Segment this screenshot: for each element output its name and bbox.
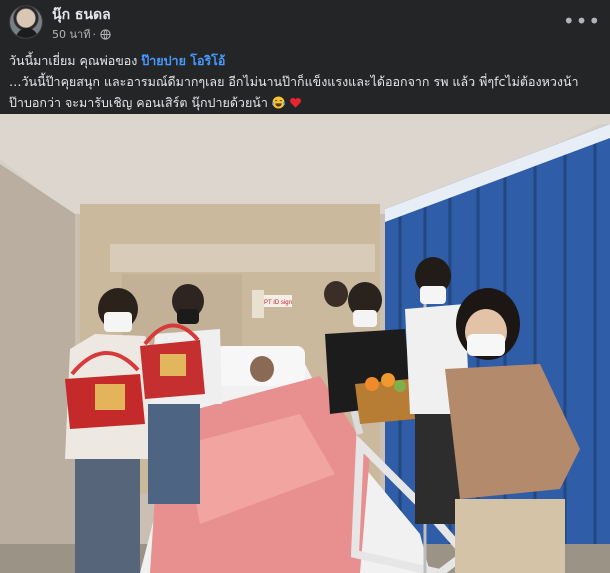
wall-notice (252, 290, 264, 318)
person-1-mask (104, 312, 132, 332)
person-1-jeans (75, 459, 140, 573)
post-text: วันนี้มาเยี่ยม คุณพ่อของ ป๊ายปาย โอริโอ้… (9, 50, 604, 113)
person-5-mask (420, 286, 446, 304)
post-meta: 50 นาที · (52, 25, 111, 43)
wall-sign-text: PT ID sign (264, 300, 292, 306)
author-name[interactable]: นุ๊ก ธนดล (52, 4, 111, 26)
left-wall (0, 164, 75, 573)
globe-icon[interactable] (100, 28, 111, 40)
fruit-orange-2 (381, 373, 395, 387)
person-6-mask (467, 334, 505, 356)
post-photo[interactable]: PT ID sign (0, 114, 610, 573)
red-heart-emoji (289, 97, 301, 108)
gift-basket-1-label (95, 384, 125, 410)
fruit-orange (365, 377, 379, 391)
headboard-shelf (110, 244, 375, 272)
patient-head (250, 356, 274, 382)
post-timestamp[interactable]: 50 นาที (52, 25, 90, 43)
gift-basket-2-label (160, 354, 186, 376)
person-6-pants (455, 499, 565, 573)
person-2-mask (177, 309, 199, 324)
meta-separator: · (92, 27, 96, 41)
fruit-apple (394, 380, 406, 392)
post-line-1: วันนี้มาเยี่ยม คุณพ่อของ ป๊ายปาย โอริโอ้ (9, 50, 604, 71)
author-avatar[interactable] (9, 5, 43, 39)
post-line-2: …วันนี้ป๊าคุยสนุก และอารมณ์ดีมากๆเลย อีก… (9, 74, 579, 89)
person-3-head (324, 281, 348, 307)
person-4-mask (353, 310, 377, 327)
laughing-crying-emoji (271, 96, 285, 109)
person-2-jeans (148, 404, 200, 504)
hospital-visit-photo: PT ID sign (0, 114, 610, 573)
facebook-post: นุ๊ก ธนดล 50 นาที · ••• วันนี้มาเยี่ยม ค… (0, 0, 610, 573)
mention-link[interactable]: ป๊ายปาย โอริโอ้ (141, 53, 225, 68)
more-options-icon[interactable]: ••• (563, 9, 600, 33)
post-line-1-prefix: วันนี้มาเยี่ยม คุณพ่อของ (9, 53, 142, 68)
post-header: นุ๊ก ธนดล 50 นาที · ••• (0, 0, 610, 44)
post-line-3: ป๊าบอกว่า จะมารับเชิญ คอนเสิร์ต นุ๊กปายด… (9, 92, 604, 113)
post-line-3-text: ป๊าบอกว่า จะมารับเชิญ คอนเสิร์ต นุ๊กปายด… (9, 95, 268, 110)
